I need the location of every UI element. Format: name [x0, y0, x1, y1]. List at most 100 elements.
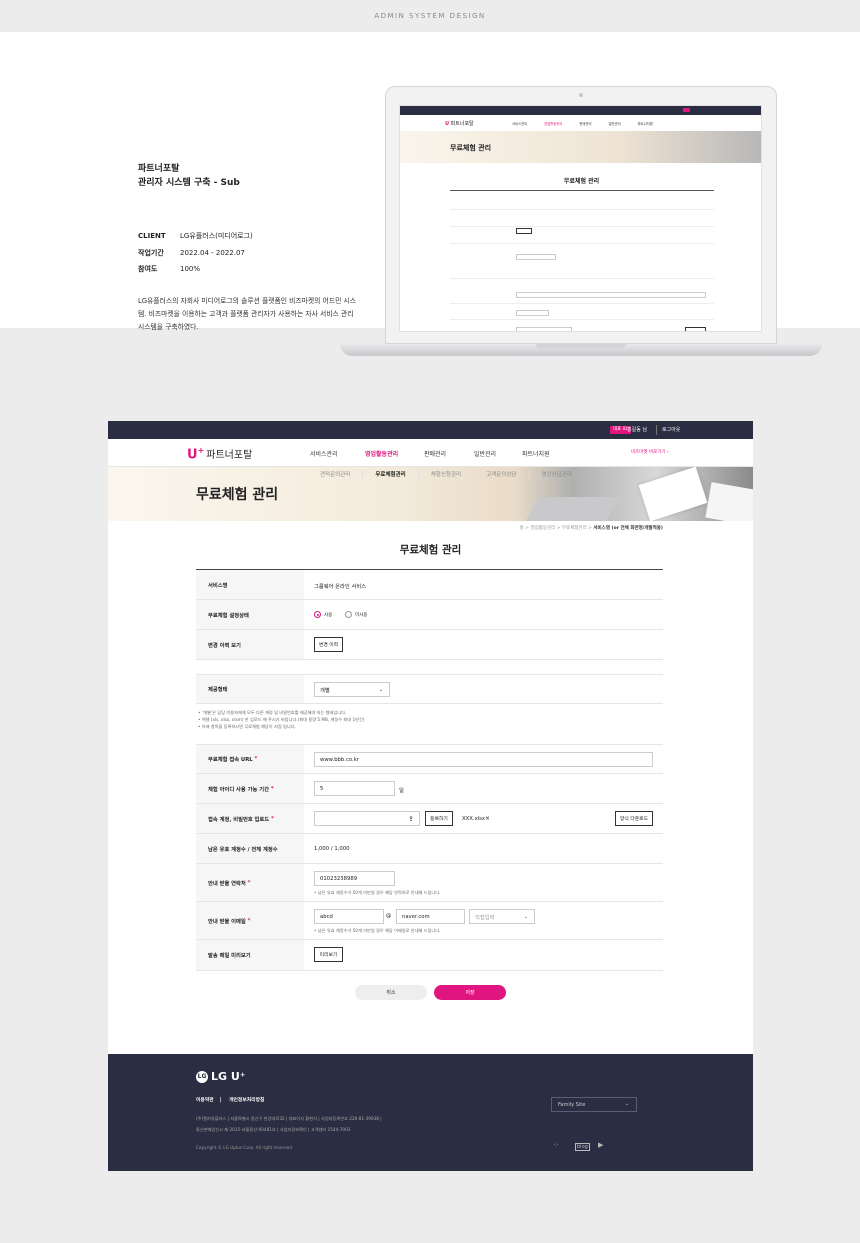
bizmarket-link-label: 비즈마켓 바로가기 [631, 450, 666, 455]
history-button[interactable]: 변경 이력 [314, 637, 343, 652]
terms-link[interactable]: 이용약관 [196, 1098, 214, 1103]
youtube-icon[interactable]: ▶ [598, 1141, 603, 1149]
meta-value: 100% [180, 265, 201, 273]
nav-general[interactable]: 일반관리 [474, 449, 496, 458]
footer-links: 이용약관 | 개인정보처리방침 [196, 1098, 265, 1103]
form-row: 서비스명 그룹웨어 온라인 서비스 [196, 570, 663, 600]
subnav-item[interactable]: 영상상담관리 [528, 470, 584, 478]
required-mark: * [254, 756, 258, 762]
subnav-item[interactable]: 견적문의관리 [308, 470, 362, 478]
logout-link[interactable]: 로그아웃 [656, 425, 680, 435]
radio-use[interactable] [314, 611, 321, 618]
project-title-line1: 파트너포탈 [138, 164, 180, 174]
subnav-item-active[interactable]: 무료체험관리 [362, 470, 417, 478]
mini-row [450, 278, 714, 279]
chevron-down-icon: ⌄ [378, 686, 383, 693]
note-text: 엑셀 (xls, xlsx, xlsm) 만 업로드 해 주시기 바랍니다.(최… [201, 717, 365, 722]
nav-sales[interactable]: 영업활동관리 [365, 449, 398, 458]
file-input[interactable]: ⇪ [314, 811, 420, 826]
email-id-input[interactable]: abcd [314, 909, 384, 924]
email-note: • 남은 유효 계정수가 50개 미만일 경우 해당 이메일로 안내해 드립니다… [314, 928, 441, 933]
contact-label: 안내 받을 연락처 [208, 880, 246, 887]
form-row: 남은 유효 계정수 / 전체 계정수 1,000 / 1,000 [196, 834, 663, 864]
note-item: • ‘개별’은 담당 미용자에게 모두 다른 계정 및 비밀번호를 제공해야 하… [198, 710, 347, 715]
save-button[interactable]: 저장 [434, 985, 506, 1000]
mini-banner-title: 무료체험 관리 [450, 144, 492, 152]
meta-value: 2022.04 - 2022.07 [180, 248, 245, 257]
nav-partner[interactable]: 파트너지원 [522, 449, 550, 458]
laptop-screen: U 파트너포탈 서비스관리 영업활동관리 판매관리 일반관리 파트너지원 무료체… [399, 105, 762, 332]
form-row: 제공형태 개별 ⌄ [196, 674, 663, 704]
mini-button [516, 228, 532, 234]
mini-table-line [450, 190, 714, 191]
privacy-link[interactable]: 개인정보처리방침 [229, 1098, 264, 1103]
template-download-button[interactable]: 양식 다운로드 [615, 811, 653, 826]
required-mark: * [271, 815, 274, 822]
form-label: 무료체험 접속 URL * [196, 745, 304, 773]
upload-label: 접속 계정, 비밀번호 업로드 [208, 816, 270, 823]
note-item: • 아래 항목을 등록하시면 무료체험 해당이 지정 됩니다. [198, 724, 296, 729]
form-row: 안내 받을 연락처 * 01023238989 • 남은 유효 계정수가 50개… [196, 864, 663, 902]
radio-unused[interactable] [345, 611, 352, 618]
mini-logo-text: 파트너포탈 [450, 121, 474, 127]
subnav-item[interactable]: 고객문의상담 [473, 470, 528, 478]
mini-row [450, 209, 714, 210]
form-row: 접속 계정, 비밀번호 업로드 * ⇪ 등록하기 XXX.xlsx × 양식 다… [196, 804, 663, 834]
footer-address-line: (주)엘지유플러스 | 서울특별시 용산구 한강대로32 | 대표이사 황현식 … [196, 1116, 382, 1121]
form-row: 변경 이력 보기 변경 이력 [196, 630, 663, 660]
t-icon[interactable]: ⁘ [553, 1141, 559, 1149]
note-text: 아래 항목을 등록하시면 무료체험 해당이 지정 됩니다. [201, 724, 296, 729]
chevron-right-icon: › [667, 450, 669, 455]
mini-input [516, 292, 706, 298]
subnav-item[interactable]: 체험신청관리 [417, 470, 473, 478]
banner-title: 무료체험 관리 [196, 487, 279, 503]
cancel-button[interactable]: 취소 [355, 985, 427, 1000]
chevron-down-icon: ⌄ [624, 1101, 629, 1107]
meta-key: 참여도 [138, 265, 158, 273]
mini-logo-mark: U [445, 121, 450, 127]
breadcrumb: 홈 > 영업활동관리 > 무료체험관리 > 서비스명 (or 전체 화면명/개발… [108, 525, 663, 531]
blog-icon[interactable]: blog [575, 1143, 590, 1151]
email-domain-input[interactable]: naver.com [396, 909, 465, 924]
mini-row [450, 226, 714, 227]
project-title-line2: 관리자 시스템 구축 - Sub [138, 178, 240, 188]
meta-key: 작업기간 [138, 248, 164, 257]
form-label: 서비스명 [196, 570, 304, 599]
family-site-select[interactable]: Family Site ⌄ [551, 1097, 637, 1112]
mini-page-title: 무료체험 관리 [563, 178, 600, 185]
required-mark: * [247, 917, 251, 924]
mini-topbar [400, 106, 761, 115]
service-name-value: 그룹웨어 온라인 서비스 [314, 584, 367, 590]
uploaded-file-name: XXX.xlsx [462, 816, 486, 822]
nav-selling[interactable]: 판매관리 [424, 449, 446, 458]
mini-button [685, 327, 706, 331]
form-label: 접속 계정, 비밀번호 업로드 * [196, 804, 304, 833]
banner-laptop-image [516, 497, 620, 521]
email-note-text: 남은 유효 계정수가 50개 미만일 경우 해당 이메일로 안내해 드립니다. [317, 928, 441, 933]
mini-select [516, 254, 556, 260]
url-input[interactable]: www.bbb.co.kr [314, 752, 653, 767]
email-domain-select[interactable]: 직접입력 ⌄ [469, 909, 535, 924]
contact-note: • 남은 유효 계정수가 50개 미만일 경우 해당 연락처로 안내해 드립니다… [314, 890, 441, 895]
preview-button[interactable]: 미리보기 [314, 947, 343, 962]
chevron-down-icon: ⌄ [523, 913, 528, 920]
meta-key: CLIENT [138, 232, 166, 240]
remove-file-icon[interactable]: × [485, 815, 490, 822]
required-mark: * [270, 785, 274, 792]
form-row: 발송 메일 미리보기 미리보기 [196, 940, 663, 971]
form-row: 무료체험 접속 URL * www.bbb.co.kr [196, 744, 663, 774]
type-select[interactable]: 개별 ⌄ [314, 682, 390, 697]
register-button[interactable]: 등록하기 [425, 811, 453, 826]
meta-value: LG유플러스(미디어로그) [180, 232, 253, 240]
nav-service[interactable]: 서비스관리 [310, 449, 338, 458]
bizmarket-link[interactable]: 비즈마켓 바로가기 › [631, 449, 669, 455]
contact-input[interactable]: 01023238989 [314, 871, 395, 886]
meta-row: 작업기간 2022.04 - 2022.07 [138, 245, 253, 262]
footer-address: (주)엘지유플러스 | 서울특별시 용산구 한강대로32 | 대표이사 황현식 … [196, 1113, 382, 1135]
period-unit: 일 [399, 788, 404, 794]
period-input[interactable]: 5 [314, 781, 395, 796]
url-label: 무료체험 접속 URL [208, 757, 253, 763]
laptop-notch [536, 344, 626, 348]
radio-unused-label: 미사용 [355, 613, 368, 618]
footer-address-line: 통신판매업신고 제 2015-서울용산-00481호 | 사업자정보확인 | 고… [196, 1127, 351, 1132]
